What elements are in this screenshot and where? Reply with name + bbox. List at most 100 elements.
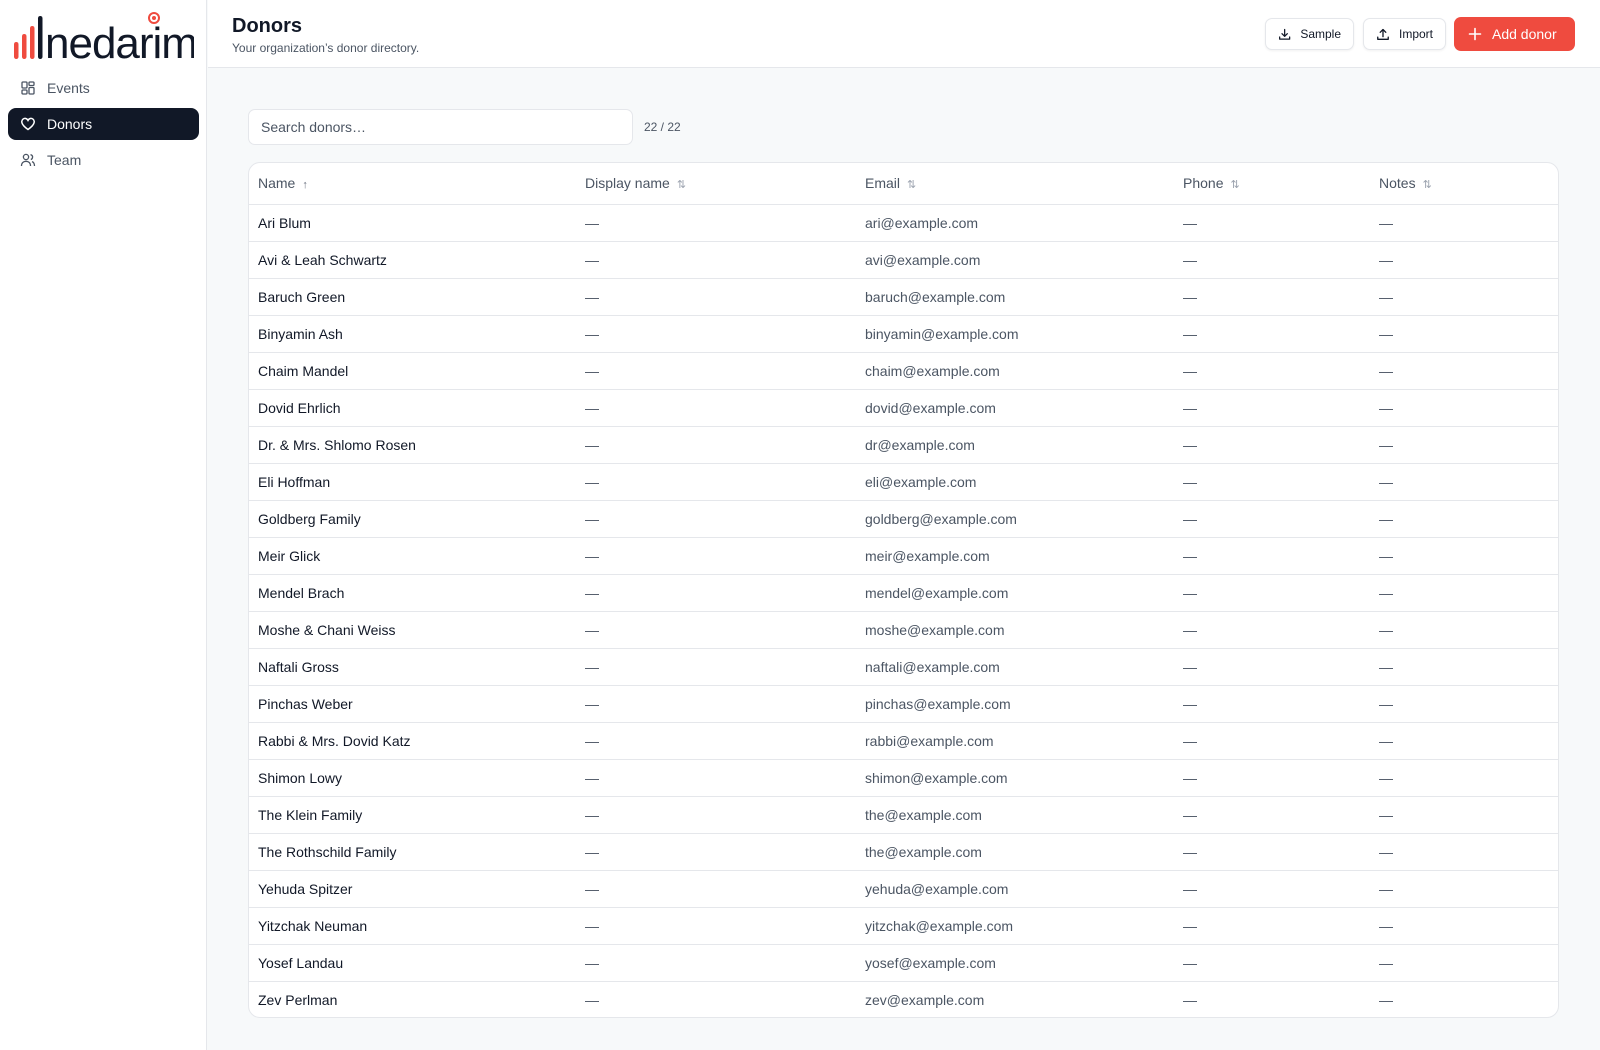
sort-asc-icon: ↑ bbox=[302, 179, 308, 192]
table-body: Ari Blum — ari@example.com — — Avi & Leah Sch… bbox=[249, 204, 1558, 1017]
display-name-cell: — bbox=[576, 833, 856, 871]
donor-name-cell: Rabbi & Mrs. Dovid Katz bbox=[249, 722, 576, 760]
table-row[interactable]: Shimon Lowy — shimon@example.com — — bbox=[249, 759, 1558, 797]
donor-name-cell: The Rothschild Family bbox=[249, 833, 576, 871]
email-cell: moshe@example.com bbox=[856, 611, 1174, 649]
result-count: 22 / 22 bbox=[644, 120, 681, 134]
email-cell: dr@example.com bbox=[856, 426, 1174, 464]
table-row[interactable]: Pinchas Weber — pinchas@example.com — — bbox=[249, 685, 1558, 723]
display-name-cell: — bbox=[576, 463, 856, 501]
phone-cell: — bbox=[1174, 537, 1370, 575]
donors-table: Name ↑ Display name ⇅ Email ⇅ Phone ⇅ Notes ⇅… bbox=[248, 162, 1559, 1018]
sample-label: Sample bbox=[1300, 27, 1341, 41]
table-row[interactable]: Baruch Green — baruch@example.com — — bbox=[249, 278, 1558, 316]
email-cell: the@example.com bbox=[856, 796, 1174, 834]
email-cell: pinchas@example.com bbox=[856, 685, 1174, 723]
phone-cell: — bbox=[1174, 648, 1370, 686]
page-subtitle: Your organization’s donor directory. bbox=[232, 41, 420, 55]
sidebar-item-team[interactable]: Team bbox=[8, 144, 199, 176]
donor-name-cell: Yehuda Spitzer bbox=[249, 870, 576, 908]
notes-cell: — bbox=[1379, 991, 1393, 1008]
email-cell: ari@example.com bbox=[856, 204, 1174, 242]
sidebar-nav: Events Donors Team bbox=[8, 72, 199, 180]
email-cell: binyamin@example.com bbox=[856, 315, 1174, 353]
column-header-notes[interactable]: Notes ⇅ bbox=[1370, 163, 1558, 205]
notes-cell: — bbox=[1370, 537, 1558, 575]
table-row[interactable]: Yehuda Spitzer — yehuda@example.com — — bbox=[249, 870, 1558, 908]
notes-cell: — bbox=[1370, 463, 1558, 501]
sidebar-item-events[interactable]: Events bbox=[8, 72, 199, 104]
email-cell: avi@example.com bbox=[856, 241, 1174, 279]
table-row[interactable]: Yosef Landau — yosef@example.com — — bbox=[249, 944, 1558, 982]
email-cell: chaim@example.com bbox=[856, 352, 1174, 390]
table-row[interactable]: Mendel Brach — mendel@example.com — — bbox=[249, 574, 1558, 612]
donor-name-cell: Baruch Green bbox=[249, 278, 576, 316]
email-cell: baruch@example.com bbox=[856, 278, 1174, 316]
display-name-cell: — bbox=[576, 611, 856, 649]
sidebar-item-donors[interactable]: Donors bbox=[8, 108, 199, 140]
import-label: Import bbox=[1398, 27, 1433, 41]
phone-cell: — bbox=[1174, 241, 1370, 279]
nedarim-logo[interactable]: nedarim bbox=[14, 10, 194, 64]
notes-cell: — bbox=[1370, 722, 1558, 760]
sample-button[interactable]: Sample bbox=[1265, 18, 1354, 50]
sort-icon: ⇅ bbox=[1230, 179, 1240, 192]
column-header-display-name[interactable]: Display name ⇅ bbox=[576, 163, 856, 205]
sidebar-item-label: Events bbox=[47, 80, 90, 96]
table-row[interactable]: Dovid Ehrlich — dovid@example.com — — bbox=[249, 389, 1558, 427]
display-name-cell: — bbox=[576, 574, 856, 612]
display-name-cell: — bbox=[576, 315, 856, 353]
sidebar-item-label: Donors bbox=[47, 116, 93, 132]
table-row[interactable]: Binyamin Ash — binyamin@example.com — — bbox=[249, 315, 1558, 353]
upload-icon bbox=[1377, 28, 1389, 40]
import-button[interactable]: Import bbox=[1363, 18, 1446, 50]
donor-name-cell: Binyamin Ash bbox=[249, 315, 576, 353]
table-row[interactable]: Chaim Mandel — chaim@example.com — — bbox=[249, 352, 1558, 390]
sort-icon: ⇅ bbox=[1422, 179, 1432, 192]
table-row[interactable]: Goldberg Family — goldberg@example.com — — bbox=[249, 500, 1558, 538]
notes-cell: — bbox=[1370, 426, 1558, 464]
notes-cell: — bbox=[1370, 389, 1558, 427]
display-name-cell: — bbox=[576, 241, 856, 279]
table-row[interactable]: Dr. & Mrs. Shlomo Rosen — dr@example.com — — bbox=[249, 426, 1558, 464]
display-name-cell: — bbox=[576, 204, 856, 242]
table-row[interactable]: Eli Hoffman — eli@example.com — — bbox=[249, 463, 1558, 501]
donor-name-cell: Moshe & Chani Weiss bbox=[249, 611, 576, 649]
heart-icon bbox=[20, 116, 36, 132]
table-row[interactable]: Avi & Leah Schwartz — avi@example.com — — bbox=[249, 241, 1558, 279]
email-cell: rabbi@example.com bbox=[856, 722, 1174, 760]
email-cell: naftali@example.com bbox=[856, 648, 1174, 686]
phone-cell: — bbox=[1174, 833, 1370, 871]
table-row[interactable]: Zev Perlman — zev@example.com — — bbox=[249, 981, 1558, 1017]
email-cell: shimon@example.com bbox=[856, 759, 1174, 797]
phone-cell: — bbox=[1174, 611, 1370, 649]
phone-cell: — bbox=[1174, 722, 1370, 760]
table-row[interactable]: The Rothschild Family — the@example.com — — bbox=[249, 833, 1558, 871]
display-name-cell: — bbox=[576, 426, 856, 464]
table-row[interactable]: Naftali Gross — naftali@example.com — — bbox=[249, 648, 1558, 686]
table-row[interactable]: The Klein Family — the@example.com — — bbox=[249, 796, 1558, 834]
search-input[interactable] bbox=[248, 109, 633, 145]
donor-name-cell: Eli Hoffman bbox=[249, 463, 576, 501]
sort-icon: ⇅ bbox=[676, 179, 687, 192]
phone-cell: — bbox=[1174, 278, 1370, 316]
sidebar-item-label: Team bbox=[47, 152, 82, 168]
table-row[interactable]: Ari Blum — ari@example.com — — bbox=[249, 204, 1558, 242]
table-row[interactable]: Yitzchak Neuman — yitzchak@example.com — — bbox=[249, 907, 1558, 945]
table-row[interactable]: Moshe & Chani Weiss — moshe@example.com — — bbox=[249, 611, 1558, 649]
display-name-cell: — bbox=[576, 722, 856, 760]
notes-cell: — bbox=[1370, 278, 1558, 316]
notes-cell: — bbox=[1370, 611, 1558, 649]
notes-cell: — bbox=[1370, 500, 1558, 538]
users-icon bbox=[20, 152, 36, 168]
notes-cell: — bbox=[1370, 833, 1558, 871]
column-header-phone[interactable]: Phone ⇅ bbox=[1174, 163, 1370, 205]
column-header-name[interactable]: Name ↑ bbox=[249, 163, 576, 205]
column-label: Display name bbox=[585, 175, 670, 192]
phone-cell: — bbox=[1174, 426, 1370, 464]
table-row[interactable]: Rabbi & Mrs. Dovid Katz — rabbi@example.co… bbox=[249, 722, 1558, 760]
column-header-email[interactable]: Email ⇅ bbox=[856, 163, 1174, 205]
add-donor-button[interactable]: Add donor bbox=[1454, 17, 1575, 51]
donor-name-cell: Yitzchak Neuman bbox=[249, 907, 576, 945]
table-row[interactable]: Meir Glick — meir@example.com — — bbox=[249, 537, 1558, 575]
